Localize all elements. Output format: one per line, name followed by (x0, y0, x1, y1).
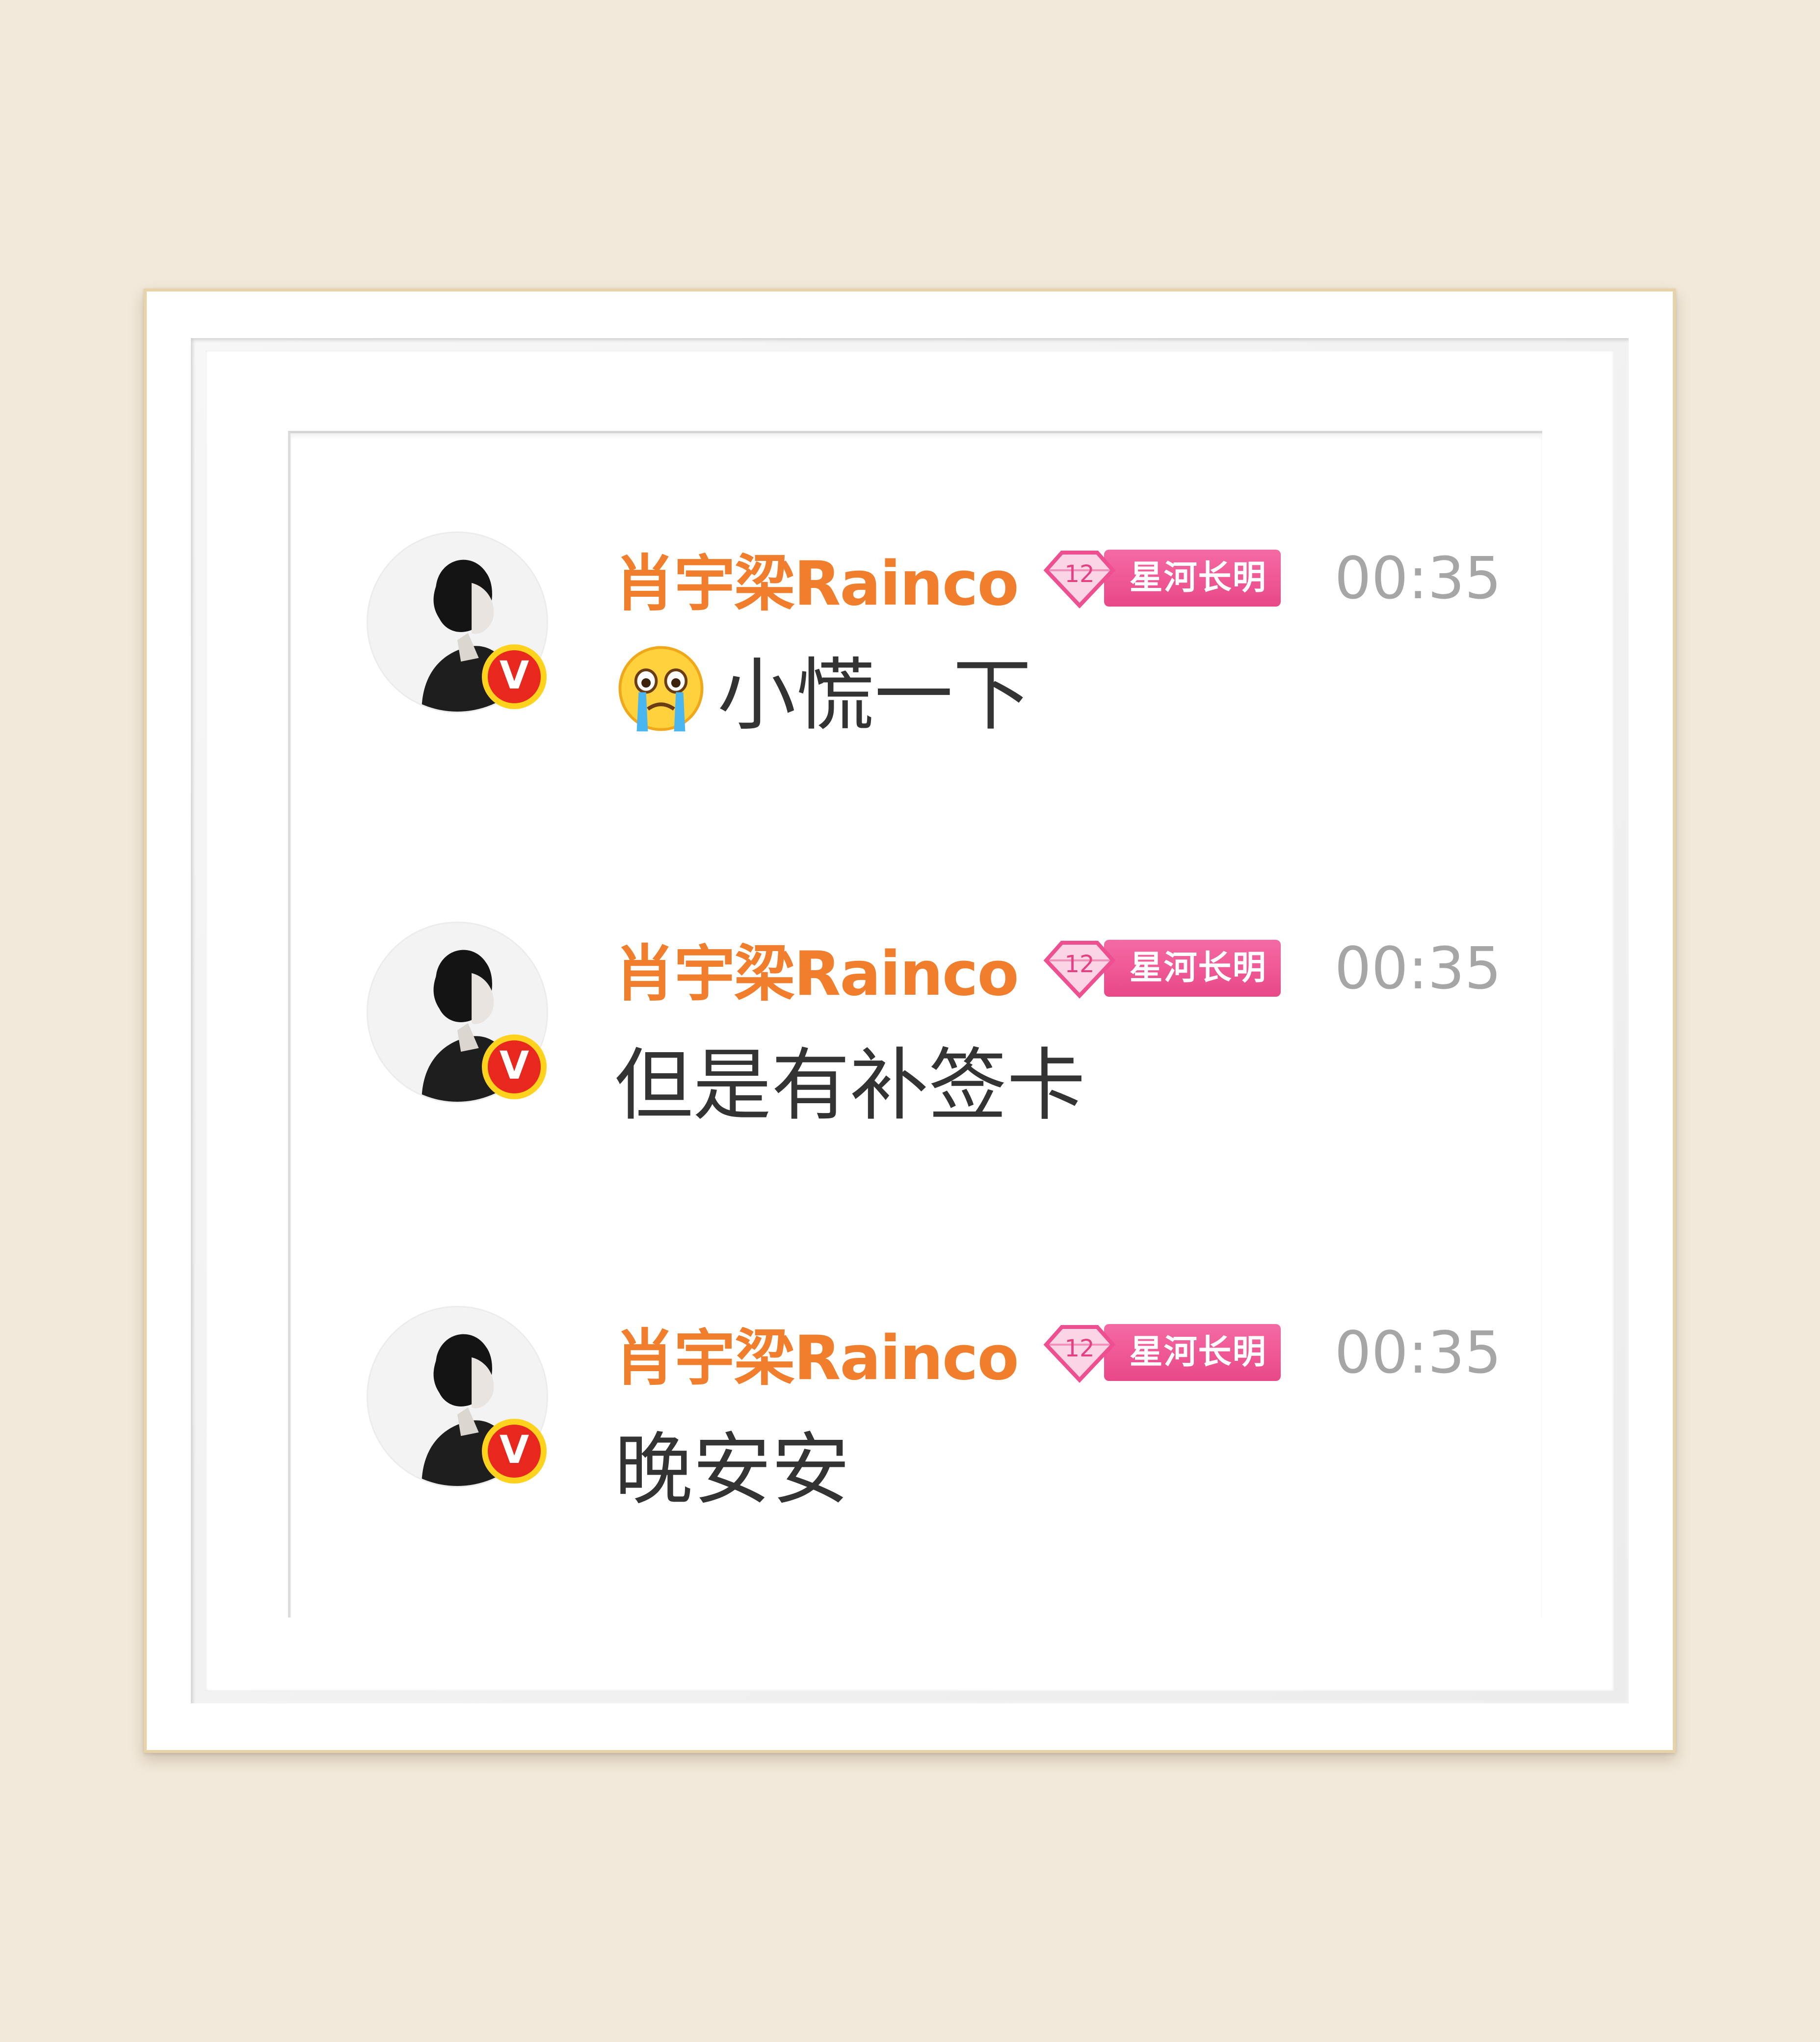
username[interactable]: 肖宇梁Rainco (614, 924, 1019, 1012)
comment-screenshot: V 肖宇梁Rainco 12 星河长明 00:35 小慌一下 V 肖宇梁Rain… (288, 431, 1542, 1618)
comment-header: 肖宇梁Rainco 12 星河长明 00:35 (614, 1316, 1502, 1394)
comment-item: V 肖宇梁Rainco 12 星河长明 00:35 但是有补签卡 (290, 922, 1542, 1177)
verified-badge-icon: V (482, 1419, 547, 1484)
fan-level: 12 (1064, 1335, 1094, 1362)
comment-header: 肖宇梁Rainco 12 星河长明 00:35 (614, 541, 1502, 619)
comment-item: V 肖宇梁Rainco 12 星河长明 00:35 晚安安 (290, 1306, 1542, 1561)
verified-badge-icon: V (482, 644, 547, 709)
diamond-gem-icon: 12 (1040, 937, 1119, 1000)
fan-badge[interactable]: 12 星河长明 (1040, 1321, 1281, 1384)
comment-item: V 肖宇梁Rainco 12 星河长明 00:35 小慌一下 (290, 531, 1542, 787)
timestamp: 00:35 (1334, 1319, 1502, 1386)
diamond-gem-icon: 12 (1040, 1321, 1119, 1384)
message-text: 晚安安 (614, 1424, 850, 1515)
fan-level: 12 (1064, 560, 1094, 588)
comment-text: 晚安安 (614, 1416, 850, 1515)
verified-badge-icon: V (482, 1034, 547, 1099)
timestamp: 00:35 (1334, 934, 1502, 1002)
fan-level: 12 (1064, 951, 1094, 978)
message-text: 但是有补签卡 (614, 1039, 1086, 1131)
fan-title: 星河长明 (1104, 550, 1281, 607)
message-text: 小慌一下 (717, 649, 1032, 741)
comment-text: 小慌一下 (614, 642, 1031, 741)
comment-text: 但是有补签卡 (614, 1032, 1085, 1131)
crying-face-icon (614, 642, 708, 735)
fan-title: 星河长明 (1104, 1324, 1281, 1381)
diamond-gem-icon: 12 (1040, 547, 1119, 610)
comment-header: 肖宇梁Rainco 12 星河长明 00:35 (614, 931, 1502, 1009)
picture-frame: V 肖宇梁Rainco 12 星河长明 00:35 小慌一下 V 肖宇梁Rain… (144, 289, 1676, 1753)
username[interactable]: 肖宇梁Rainco (614, 534, 1019, 622)
fan-badge[interactable]: 12 星河长明 (1040, 547, 1281, 610)
fan-title: 星河长明 (1104, 940, 1281, 997)
fan-badge[interactable]: 12 星河长明 (1040, 937, 1281, 1000)
username[interactable]: 肖宇梁Rainco (614, 1308, 1019, 1397)
timestamp: 00:35 (1334, 544, 1502, 612)
